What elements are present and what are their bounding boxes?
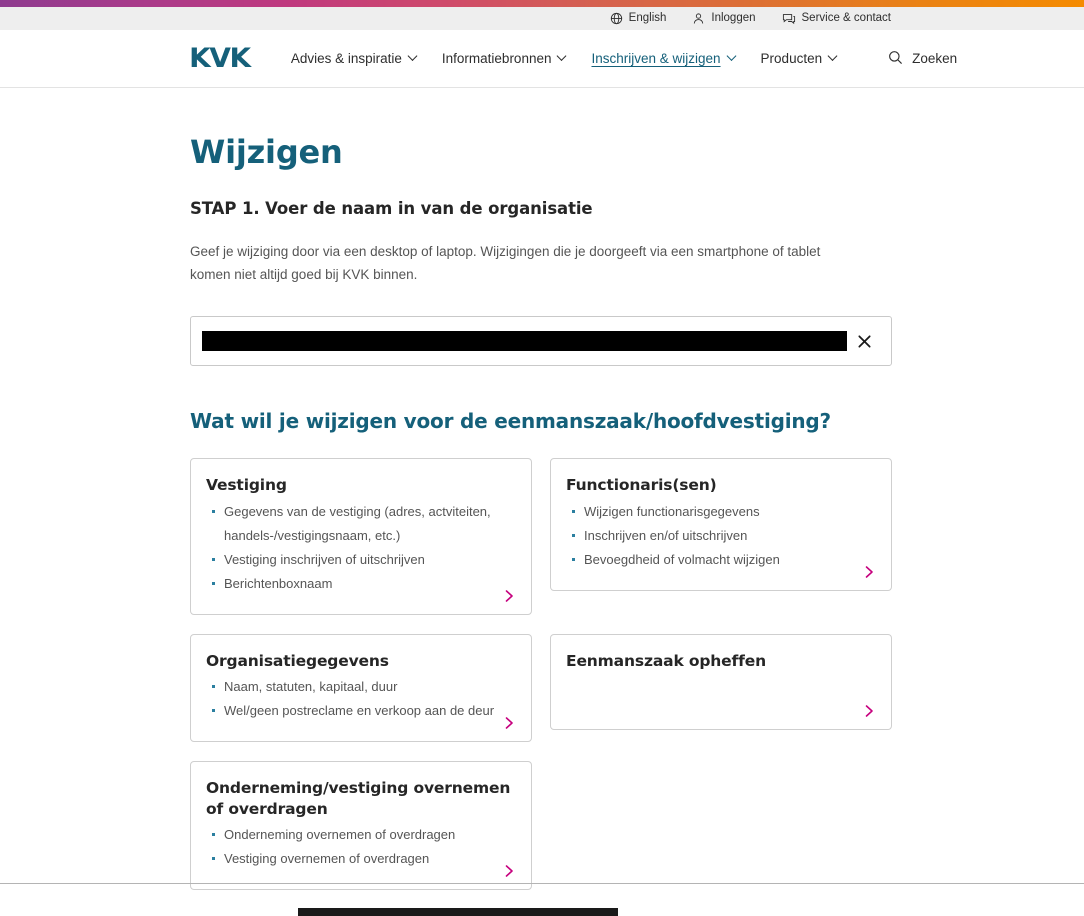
kvk-logo[interactable]: KVK <box>189 45 251 72</box>
chevron-down-icon <box>407 51 418 61</box>
card-eenmanszaak-opheffen[interactable]: Eenmanszaak opheffen <box>550 633 892 730</box>
card-title: Organisatiegegevens <box>206 651 389 670</box>
list-item: Wel/geen postreclame en verkoop aan de d… <box>208 699 511 723</box>
chevron-right-icon[interactable] <box>501 863 517 879</box>
page-root: English Inloggen Service & contact KVK A… <box>0 0 1084 916</box>
footer-redacted-content <box>298 908 618 916</box>
list-item: Gegevens van de vestiging (adres, actvit… <box>208 500 511 548</box>
list-item: Vestiging overnemen of overdragen <box>208 847 511 871</box>
list-item: Inschrijven en/of uitschrijven <box>568 524 871 548</box>
clear-input-button[interactable] <box>849 326 879 356</box>
brand-gradient-bar <box>0 0 1084 7</box>
list-item: Naam, statuten, kapitaal, duur <box>208 675 511 699</box>
nav-item-informatiebronnen[interactable]: Informatiebronnen <box>441 50 567 66</box>
section-question: Wat wil je wijzigen voor de eenmanszaak/… <box>190 409 831 434</box>
nav-item-label: Advies & inspiratie <box>290 50 402 66</box>
chevron-down-icon <box>827 51 838 61</box>
change-options-grid: Vestiging Gegevens van de vestiging (adr… <box>190 458 894 891</box>
nav-item-inschrijven-wijzigen[interactable]: Inschrijven & wijzigen <box>591 50 736 66</box>
utility-item-label: English <box>628 11 667 24</box>
chevron-down-icon <box>557 51 567 61</box>
card-item-list: Gegevens van de vestiging (adres, actvit… <box>206 500 511 596</box>
utility-bar: English Inloggen Service & contact <box>0 7 1084 30</box>
card-onderneming-overnemen[interactable]: Onderneming/vestiging overnemen of overd… <box>190 761 532 891</box>
person-icon <box>692 12 705 25</box>
nav-item-advies-inspiratie[interactable]: Advies & inspiratie <box>290 50 418 66</box>
card-title: Vestiging <box>206 476 287 495</box>
nav-item-label: Inschrijven & wijzigen <box>591 50 721 66</box>
card-organisatiegegevens[interactable]: Organisatiegegevens Naam, statuten, kapi… <box>190 633 532 743</box>
list-item: Berichtenboxnaam <box>208 572 511 596</box>
utility-item-english[interactable]: English <box>610 11 667 25</box>
list-item: Bevoegdheid of volmacht wijzigen <box>568 548 871 572</box>
search-button[interactable]: Zoeken <box>888 50 957 68</box>
close-icon <box>857 334 872 349</box>
card-item-list: Onderneming overnemen of overdragen Vest… <box>206 823 511 871</box>
chevron-down-icon <box>726 51 736 61</box>
card-vestiging[interactable]: Vestiging Gegevens van de vestiging (adr… <box>190 458 532 615</box>
chevron-right-icon[interactable] <box>861 703 877 719</box>
page-title: Wijzigen <box>190 133 343 171</box>
nav-item-label: Producten <box>760 50 823 66</box>
search-button-label: Zoeken <box>912 51 958 66</box>
organisation-name-field[interactable] <box>190 316 892 367</box>
list-item: Onderneming overnemen of overdragen <box>208 823 511 847</box>
card-item-list: Naam, statuten, kapitaal, duur Wel/geen … <box>206 675 511 723</box>
chat-bubble-icon <box>782 12 796 25</box>
list-item: Wijzigen functionarisgegevens <box>568 500 871 524</box>
step-title: STAP 1. Voer de naam in van de organisat… <box>190 198 593 218</box>
card-title: Onderneming/vestiging overnemen of overd… <box>206 779 511 818</box>
utility-item-label: Service & contact <box>801 11 891 24</box>
card-item-list: Wijzigen functionarisgegevens Inschrijve… <box>566 500 871 572</box>
chevron-right-icon[interactable] <box>861 564 877 580</box>
utility-item-service-contact[interactable]: Service & contact <box>782 12 891 25</box>
search-icon <box>888 50 903 68</box>
list-item: Vestiging inschrijven of uitschrijven <box>208 548 511 572</box>
chevron-right-icon[interactable] <box>501 715 517 731</box>
intro-paragraph: Geef je wijziging door via een desktop o… <box>190 243 821 283</box>
main-content: Wijzigen STAP 1. Voer de naam in van de … <box>0 133 1084 891</box>
nav-item-label: Informatiebronnen <box>441 50 552 66</box>
main-navigation: KVK Advies & inspiratie Informatiebronne… <box>0 30 1084 88</box>
globe-icon <box>610 12 623 25</box>
footer-divider <box>0 883 1084 884</box>
chevron-right-icon[interactable] <box>501 588 517 604</box>
utility-item-inloggen[interactable]: Inloggen <box>692 11 756 25</box>
redacted-value <box>202 331 847 352</box>
card-functionarissen[interactable]: Functionaris(sen) Wijzigen functionarisg… <box>550 458 892 591</box>
card-title: Functionaris(sen) <box>566 476 717 495</box>
utility-item-label: Inloggen <box>711 11 756 24</box>
nav-item-list: Advies & inspiratie Informatiebronnen In… <box>290 50 838 66</box>
nav-item-producten[interactable]: Producten <box>760 50 838 66</box>
card-title: Eenmanszaak opheffen <box>566 651 766 670</box>
